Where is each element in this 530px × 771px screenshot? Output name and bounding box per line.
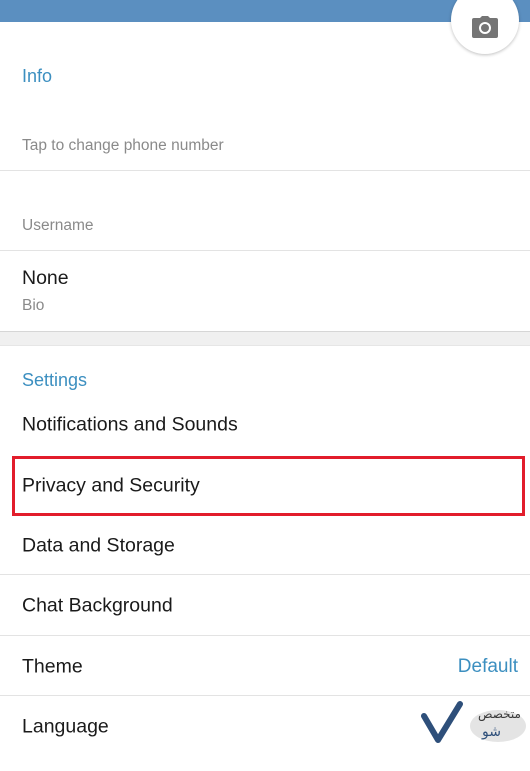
camera-button[interactable] xyxy=(451,0,519,54)
settings-item-notifications[interactable]: Notifications and Sounds xyxy=(0,395,530,455)
bio-value[interactable]: None xyxy=(22,267,69,290)
svg-text:متخصص: متخصص xyxy=(478,707,521,722)
settings-item-label: Language xyxy=(22,715,109,738)
theme-value: Default xyxy=(457,656,518,677)
section-separator xyxy=(0,331,530,346)
settings-item-chat-background[interactable]: Chat Background xyxy=(0,576,530,636)
username-label[interactable]: Username xyxy=(22,217,94,235)
settings-item-theme[interactable]: Theme Default xyxy=(0,637,530,697)
phone-number-hint[interactable]: Tap to change phone number xyxy=(22,137,224,155)
highlight-box xyxy=(12,456,525,516)
bio-label: Bio xyxy=(22,297,45,314)
divider xyxy=(0,635,530,636)
settings-item-data-storage[interactable]: Data and Storage xyxy=(0,516,530,576)
info-section-title: Info xyxy=(22,66,53,86)
settings-section-title: Settings xyxy=(22,370,88,390)
settings-item-label: Theme xyxy=(22,655,83,678)
divider xyxy=(0,170,530,171)
divider xyxy=(0,574,530,575)
settings-item-label: Notifications and Sounds xyxy=(22,413,238,436)
watermark-logo: متخصص شو xyxy=(421,701,526,743)
camera-icon xyxy=(472,16,498,38)
settings-item-label: Chat Background xyxy=(22,594,173,617)
svg-text:شو: شو xyxy=(481,724,501,740)
divider xyxy=(0,250,530,251)
settings-item-label: Data and Storage xyxy=(22,534,175,557)
